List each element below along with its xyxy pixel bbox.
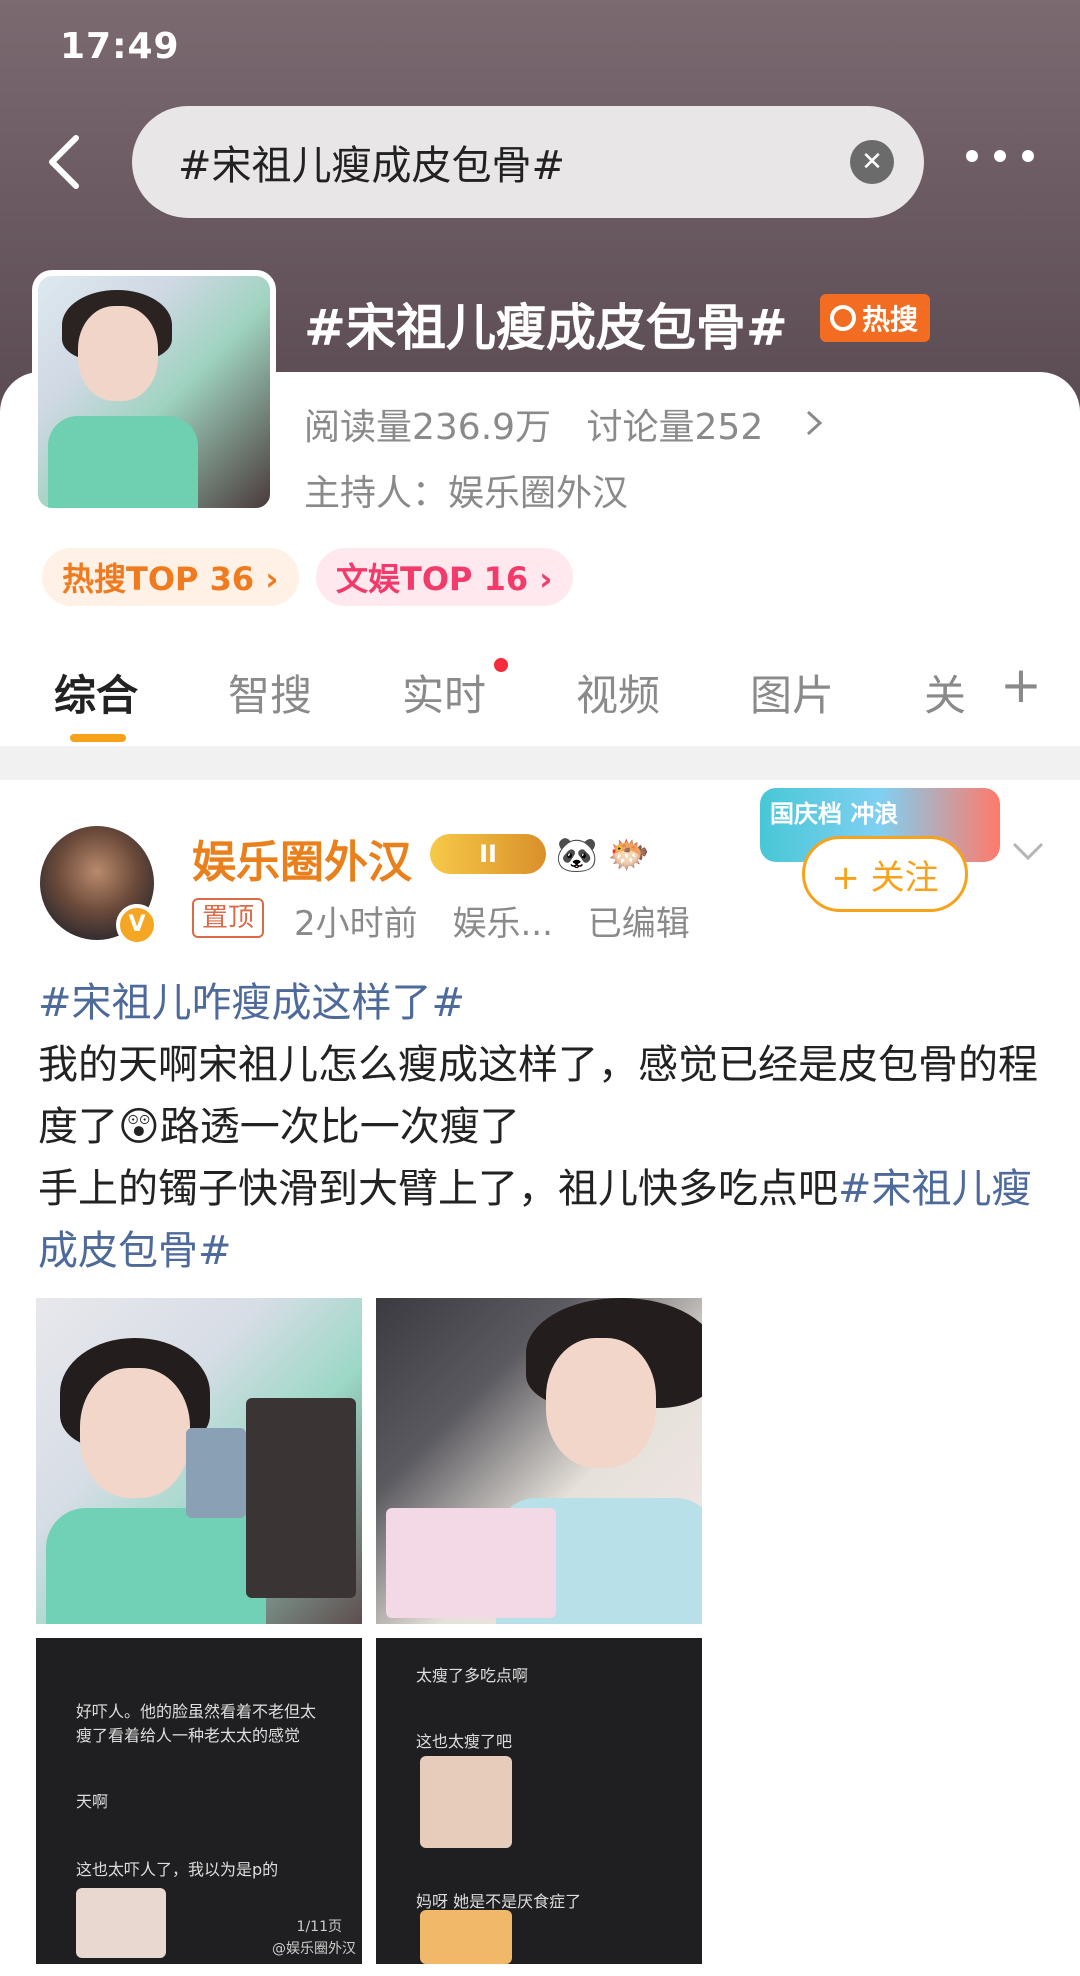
post-image-1[interactable] [36, 1298, 362, 1624]
post-time: 2小时前 [294, 904, 418, 944]
panda-badge-icon[interactable]: 🐼 [554, 832, 600, 878]
back-arrow-icon[interactable] [44, 134, 84, 190]
pinned-label: 置顶 [192, 898, 265, 938]
discussion-count: 讨论量252 [586, 407, 764, 448]
tab-images[interactable]: 图片 [750, 662, 834, 723]
section-divider [0, 746, 1080, 780]
topic-title: #宋祖儿瘦成皮包骨# [304, 299, 788, 357]
post-username[interactable]: 娱乐圈外汉 [192, 826, 412, 890]
chat-comment: 太瘦了多吃点啊 [416, 1666, 529, 1685]
chat-comment: 这也太瘦了吧 [416, 1732, 513, 1751]
chevron-right-icon[interactable] [804, 408, 824, 438]
post-line-1: 我的天啊宋祖儿怎么瘦成这样了，感觉已经是皮包骨的程度了😲路透一次比一次瘦了 [38, 1042, 1038, 1150]
new-content-dot [494, 658, 508, 672]
active-tab-indicator [70, 734, 126, 742]
tab-bar: 综合 智搜 实时 视频 图片 关 + [0, 650, 1080, 746]
tab-comprehensive[interactable]: 综合 [54, 662, 138, 723]
edited-label[interactable]: 已编辑 [588, 904, 690, 944]
chat-comment: 这也太吓人了，我以为是p的 [76, 1860, 279, 1879]
entertainment-rank-pill[interactable]: 文娱TOP 16 › [316, 548, 573, 606]
clear-search-icon[interactable]: ✕ [850, 140, 894, 184]
hot-icon [830, 305, 856, 331]
topic-stats[interactable]: 阅读量236.9万 讨论量252 [304, 398, 787, 450]
topic-thumbnail[interactable] [32, 270, 276, 514]
tab-video[interactable]: 视频 [576, 662, 660, 723]
verified-v-icon: V [116, 904, 158, 946]
chat-comment: 天啊 [76, 1792, 109, 1811]
chevron-down-icon[interactable] [1010, 840, 1046, 864]
hot-rank-pill[interactable]: 热搜TOP 36 › [42, 548, 299, 606]
tab-follow[interactable]: 关 [924, 662, 966, 723]
hashtag-link[interactable]: #宋祖儿咋瘦成这样了# [38, 980, 465, 1026]
chat-comment: 妈呀 她是不是厌食症了 [416, 1892, 582, 1911]
post-meta: 2小时前 娱乐... 已编辑 [294, 896, 714, 945]
topic-host[interactable]: 主持人：娱乐圈外汉 [304, 464, 628, 516]
post-image-4[interactable]: 太瘦了多吃点啊 这也太瘦了吧 妈呀 她是不是厌食症了 [376, 1638, 702, 1964]
post-image-3[interactable]: 好吓人。他的脸虽然看着不老但太瘦了看着给人一种老太太的感觉 天啊 这也太吓人了，… [36, 1638, 362, 1964]
page-counter: 1/11页 [296, 1919, 342, 1935]
search-bar[interactable]: #宋祖儿瘦成皮包骨# ✕ [132, 106, 924, 218]
tab-smart-search[interactable]: 智搜 [228, 662, 312, 723]
add-tab-icon[interactable]: + [1000, 656, 1042, 714]
image-watermark: @娱乐圈外汉 [272, 1941, 356, 1957]
read-count: 阅读量236.9万 [304, 407, 552, 448]
more-options-icon[interactable] [966, 150, 1036, 162]
post-body: #宋祖儿咋瘦成这样了# 我的天啊宋祖儿怎么瘦成这样了，感觉已经是皮包骨的程度了😲… [38, 972, 1048, 1282]
post-line-2: 手上的镯子快滑到大臂上了，祖儿快多吃点吧 [38, 1166, 838, 1212]
follow-button[interactable]: + 关注 [802, 836, 968, 912]
post-source[interactable]: 娱乐... [452, 904, 552, 944]
search-input[interactable]: #宋祖儿瘦成皮包骨# [178, 133, 565, 191]
hot-search-badge: 热搜 [820, 294, 931, 342]
post-image-2[interactable] [376, 1298, 702, 1624]
user-rank-badge[interactable]: II [430, 834, 546, 874]
status-time: 17:49 [60, 26, 180, 67]
tab-realtime[interactable]: 实时 [402, 662, 486, 723]
pufferfish-badge-icon[interactable]: 🐡 [606, 832, 652, 878]
chat-comment: 好吓人。他的脸虽然看着不老但太瘦了看着给人一种老太太的感觉 [76, 1702, 317, 1745]
